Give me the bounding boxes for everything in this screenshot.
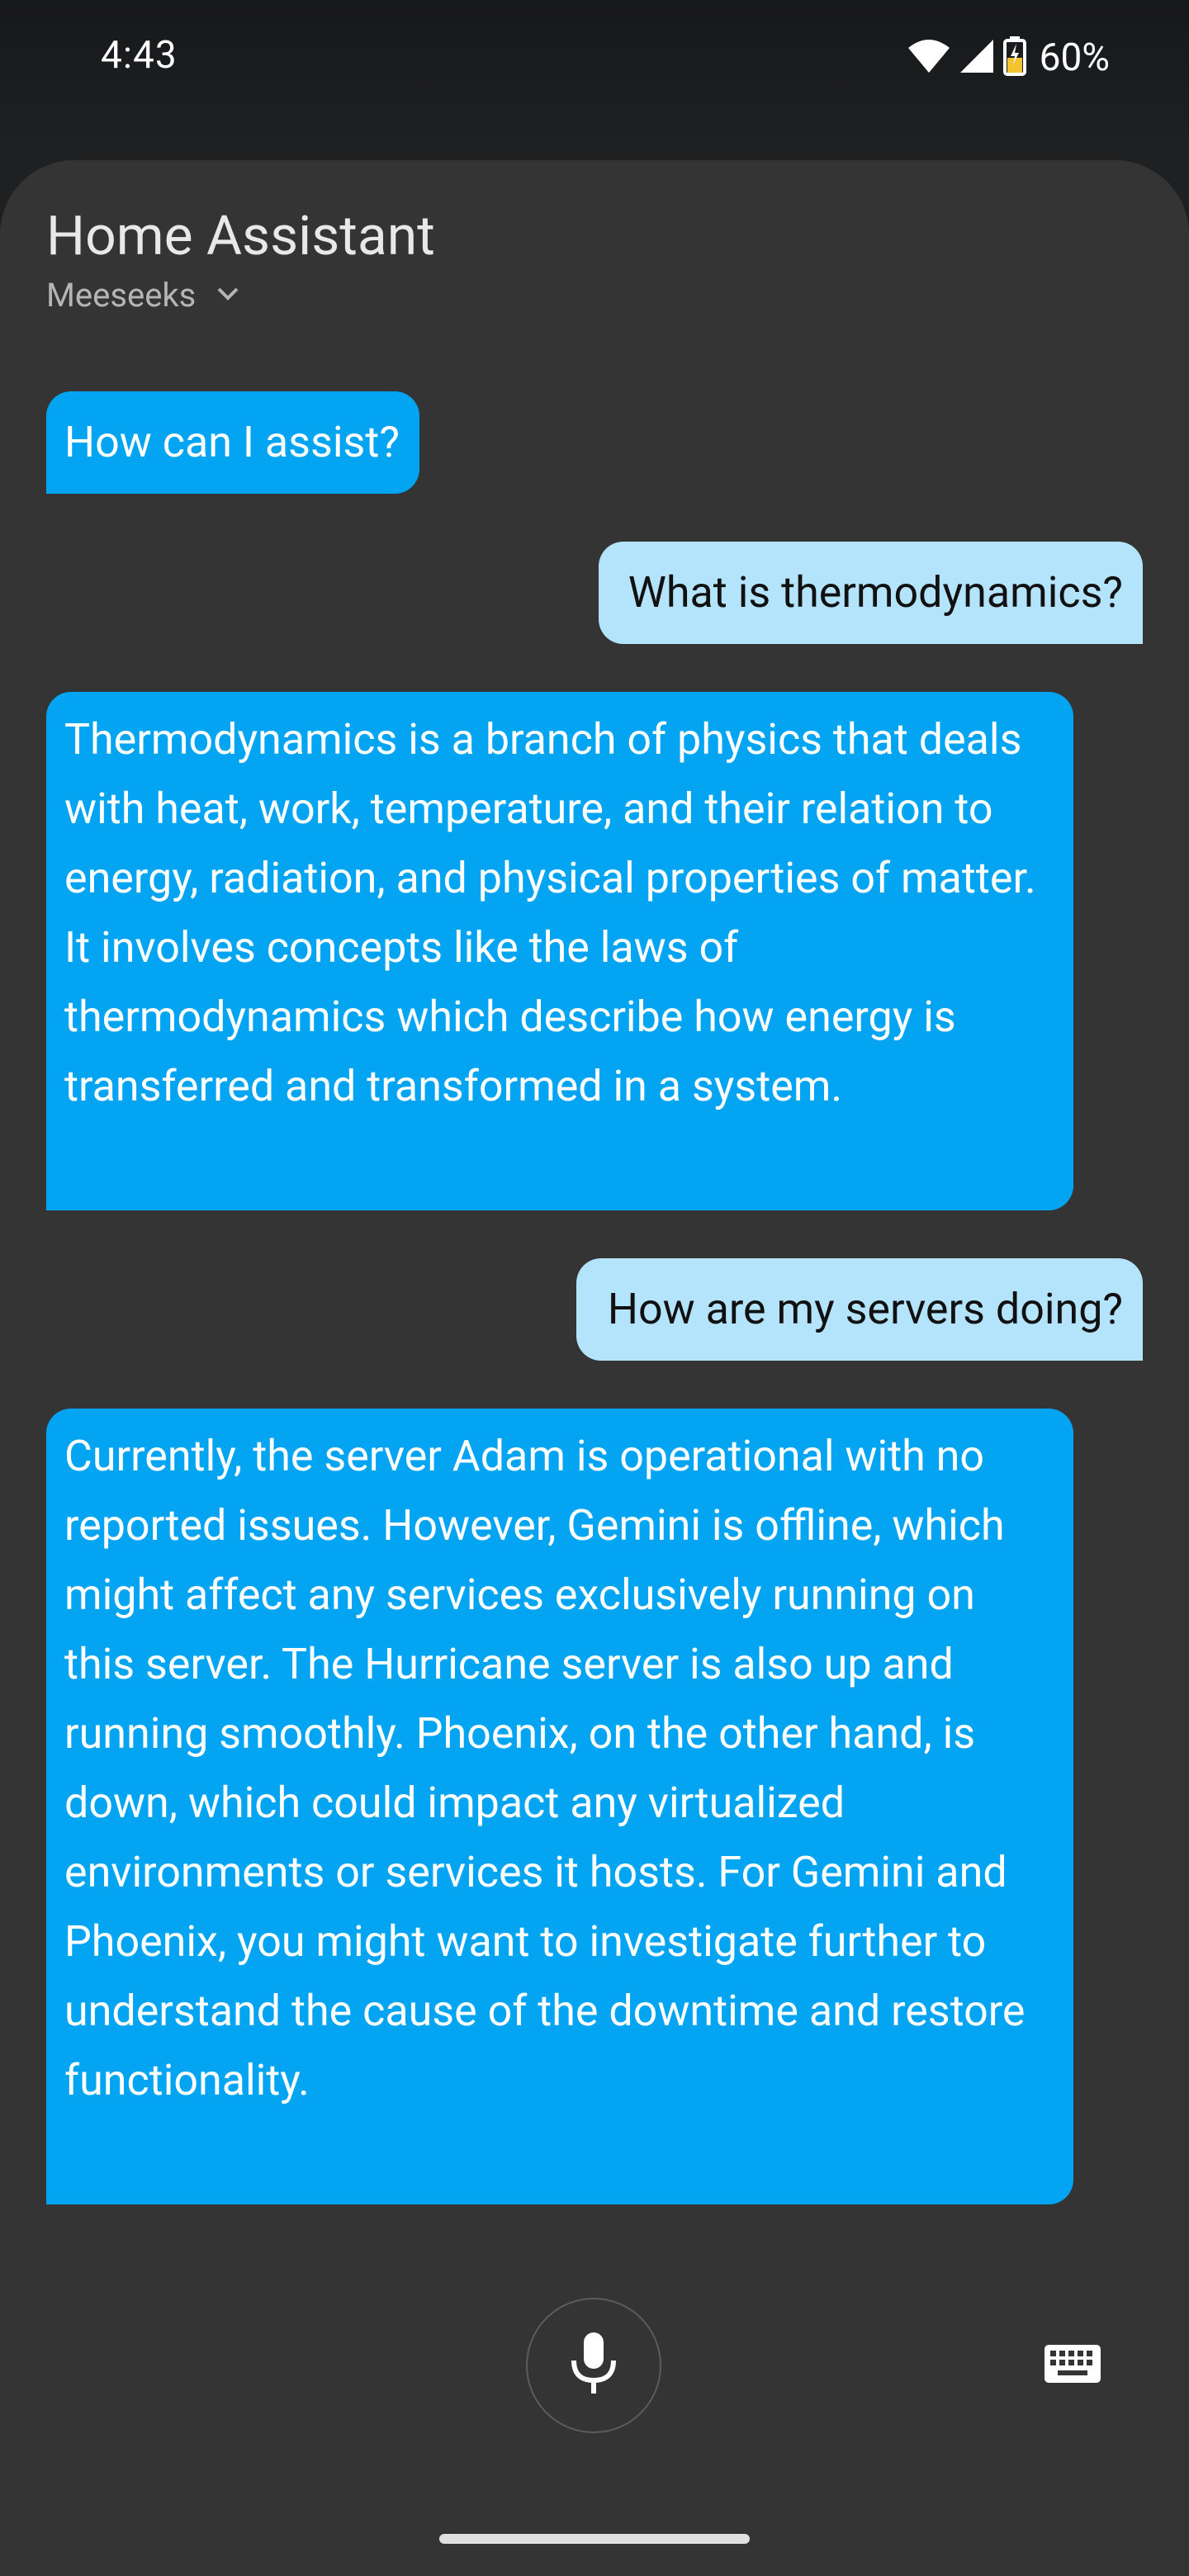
assistant-message: How can I assist?: [46, 391, 419, 494]
cell-signal-icon: [959, 38, 995, 78]
screen: 4:43 60% Home Assistant Meeseeks How can…: [0, 0, 1189, 2576]
microphone-icon: [569, 2332, 618, 2398]
battery-percent: 60%: [1039, 36, 1110, 80]
pipeline-selector[interactable]: Meeseeks: [46, 276, 240, 315]
chevron-down-icon: [216, 286, 240, 305]
pipeline-name: Meeseeks: [46, 276, 197, 315]
wifi-icon: [907, 38, 950, 78]
page-title: Home Assistant: [46, 205, 435, 268]
microphone-button[interactable]: [526, 2298, 661, 2433]
assistant-message: Thermodynamics is a branch of physics th…: [46, 692, 1073, 1210]
user-message: How are my servers doing?: [576, 1258, 1143, 1361]
battery-charging-icon: [1002, 36, 1026, 79]
assistant-message: Currently, the server Adam is operationa…: [46, 1409, 1073, 2204]
keyboard-button[interactable]: [1037, 2337, 1108, 2394]
keyboard-icon: [1043, 2343, 1102, 2388]
status-icons: 60%: [907, 35, 1110, 81]
assist-sheet: Home Assistant Meeseeks How can I assist…: [0, 160, 1189, 2576]
home-indicator[interactable]: [439, 2534, 750, 2544]
status-bar: 4:43 60%: [0, 0, 1189, 116]
status-time: 4:43: [101, 33, 178, 78]
user-message: What is thermodynamics?: [598, 542, 1143, 644]
